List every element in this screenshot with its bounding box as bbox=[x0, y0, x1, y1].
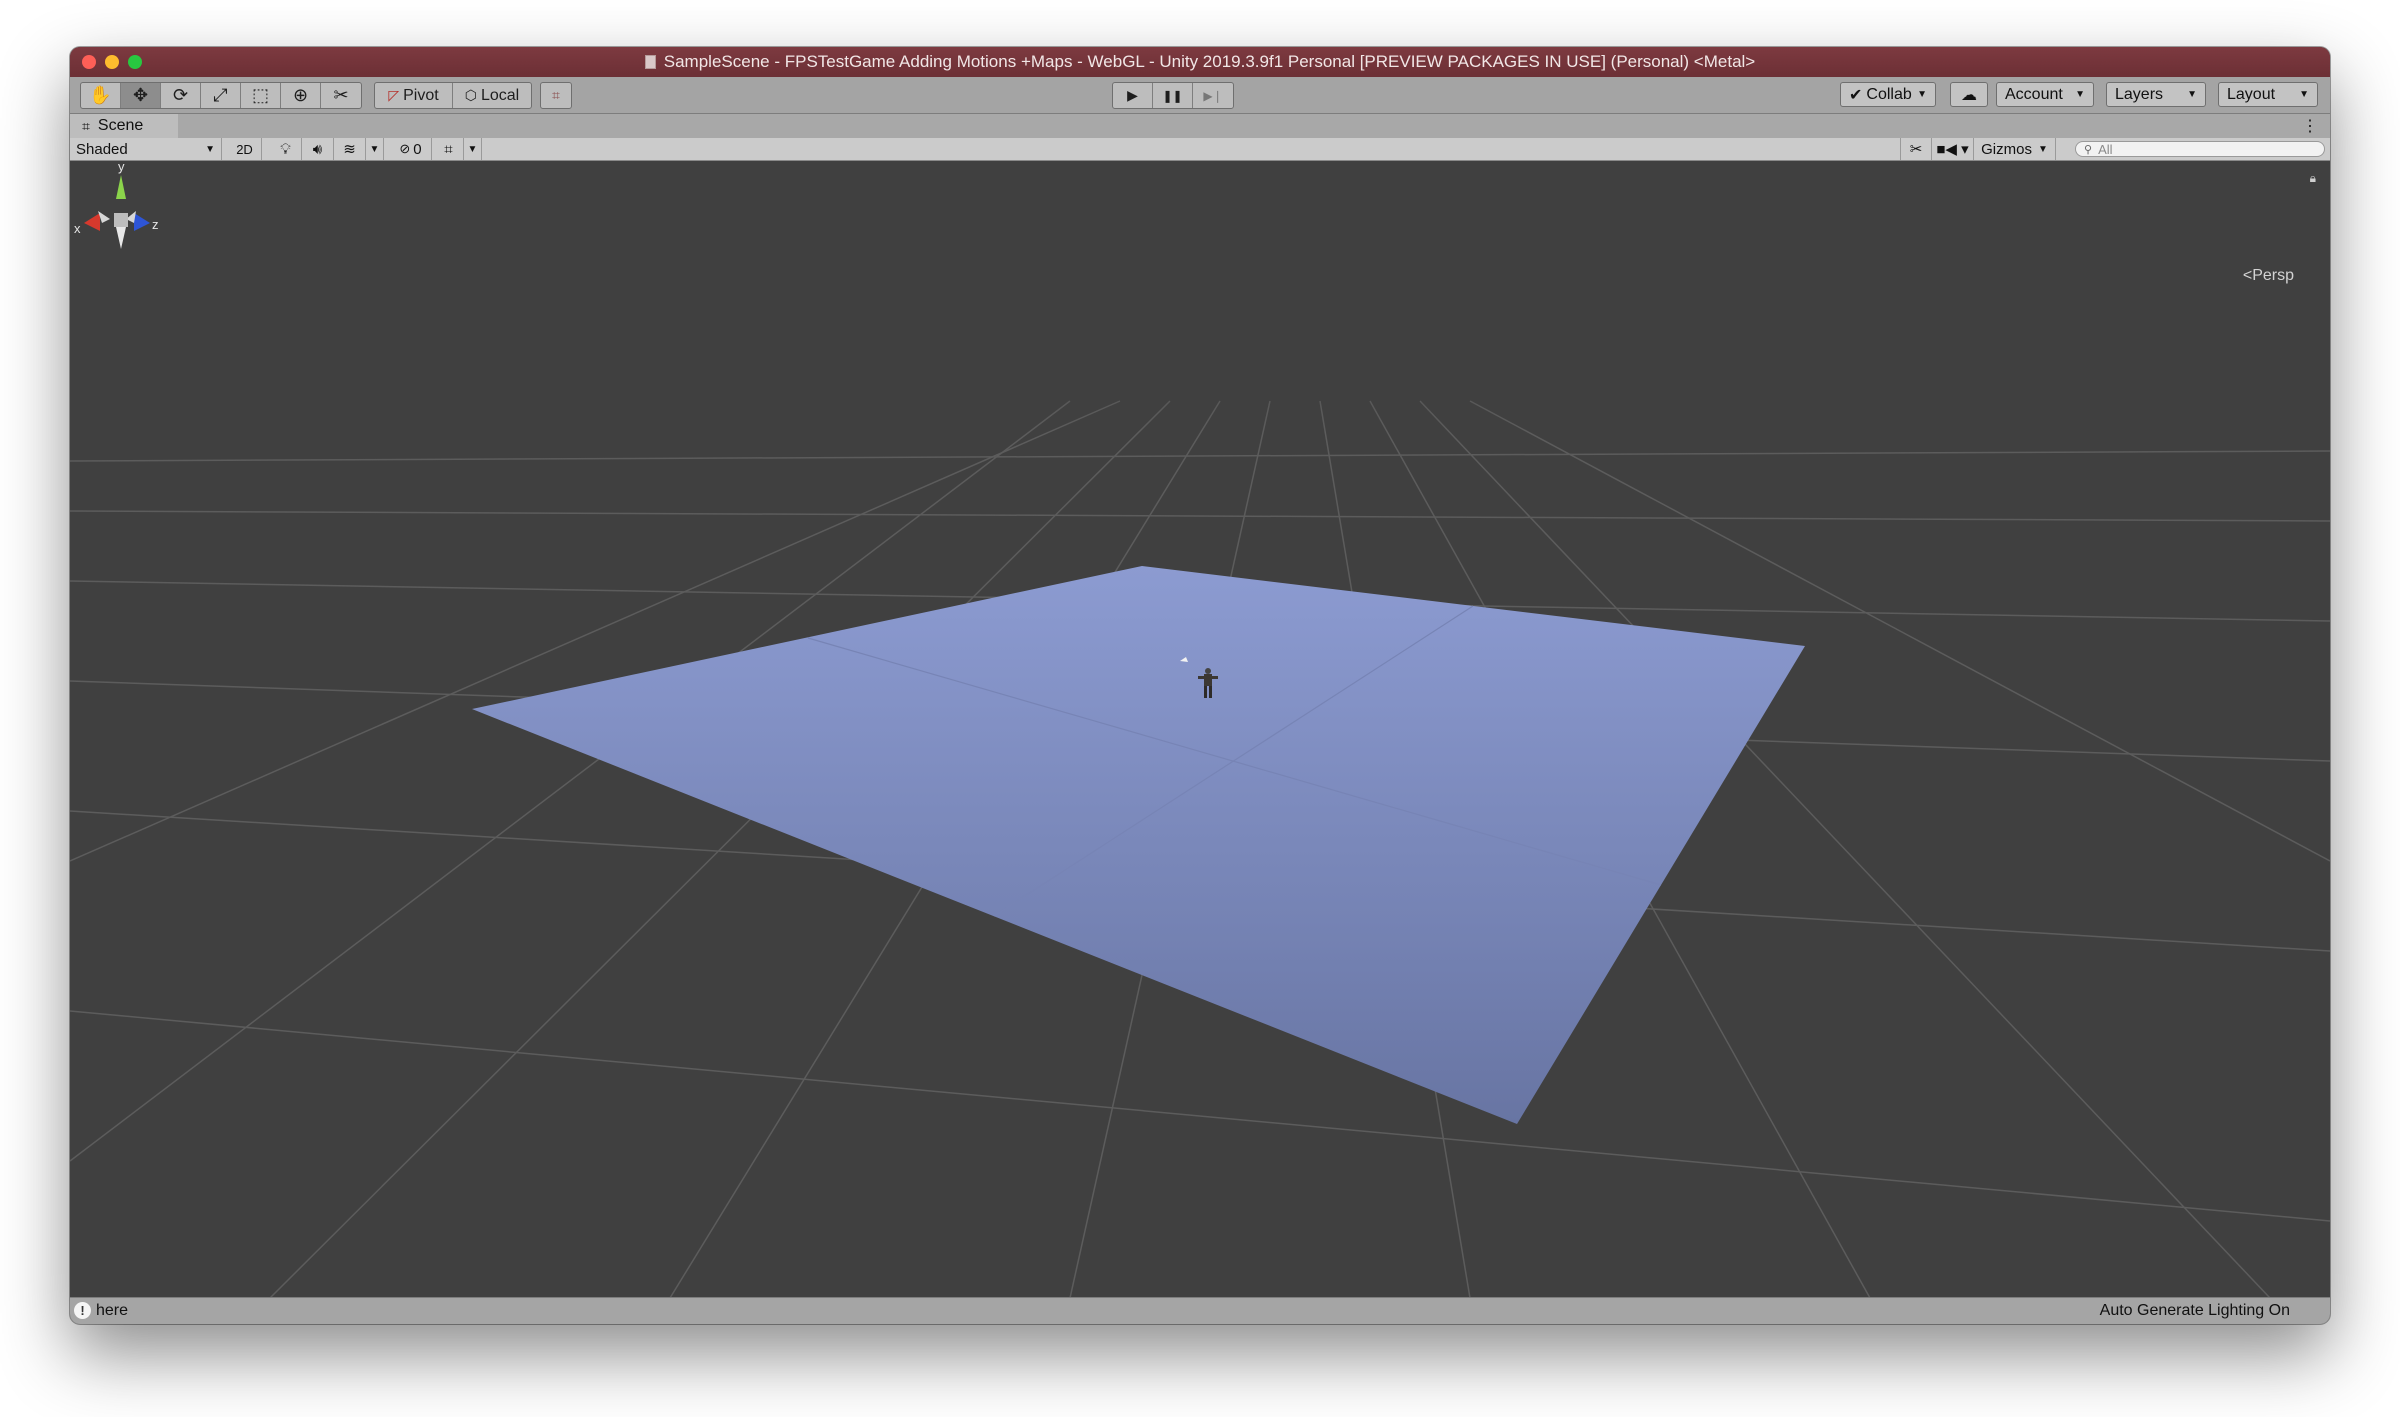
shading-mode-label: Shaded bbox=[76, 140, 128, 158]
tools-icon[interactable]: ✂ bbox=[1900, 138, 1932, 160]
eye-slash-icon: ⊘ bbox=[399, 141, 411, 156]
transform-tools-group: ✋ ✥ ⟳ ⤢ ⬚ ⊕ ✂ bbox=[80, 82, 362, 109]
window-title: SampleScene - FPSTestGame Adding Motions… bbox=[663, 52, 1756, 71]
custom-tool-icon[interactable]: ✂ bbox=[321, 83, 361, 108]
layers-label: Layers bbox=[2115, 85, 2164, 103]
camera-dropdown-icon[interactable]: ■◀ ▾ bbox=[1932, 138, 1974, 160]
chevron-down-icon: ▼ bbox=[2187, 89, 2197, 100]
chevron-down-icon: ▼ bbox=[2075, 89, 2085, 100]
pivot-local-group: ◸ Pivot ⬡ Local bbox=[374, 82, 532, 109]
gizmo-z-cone[interactable] bbox=[134, 213, 150, 231]
check-icon: ✔ bbox=[1849, 86, 1863, 104]
shading-mode-dropdown[interactable]: Shaded ▼ bbox=[70, 138, 222, 160]
chevron-down-icon: ▼ bbox=[1917, 89, 1927, 100]
pivot-icon: ◸ bbox=[388, 87, 400, 103]
chevron-down-icon: ▼ bbox=[205, 143, 215, 155]
tab-menu-icon[interactable]: ⋮ bbox=[2302, 116, 2318, 136]
2d-toggle-button[interactable]: 2D bbox=[228, 138, 262, 160]
scene-tab-label: Scene bbox=[97, 117, 144, 134]
cloud-button[interactable]: ☁ bbox=[1950, 82, 1988, 107]
search-icon: ⚲ bbox=[2084, 143, 2093, 156]
persp-chevron-icon: < bbox=[2242, 267, 2253, 284]
chevron-down-icon: ▼ bbox=[2299, 89, 2309, 100]
hidden-count: 0 bbox=[413, 140, 422, 158]
collab-label: Collab bbox=[1866, 85, 1912, 103]
tab-scene[interactable]: ⌗ Scene bbox=[70, 114, 178, 138]
warning-icon[interactable]: ! bbox=[74, 1302, 91, 1319]
status-bar: ! here Auto Generate Lighting On bbox=[70, 1297, 2330, 1324]
scene-viewport[interactable]: y x z <Persp 🔒︎ bbox=[70, 161, 2330, 1298]
auto-lighting-status[interactable]: Auto Generate Lighting On bbox=[2100, 1302, 2290, 1320]
local-toggle-button[interactable]: ⬡ Local bbox=[453, 83, 531, 108]
grid-toggle-icon[interactable]: ⌗ bbox=[434, 138, 464, 160]
gizmo-center-cube[interactable] bbox=[114, 213, 128, 227]
grid-dropdown-icon[interactable]: ▼ bbox=[464, 138, 482, 160]
unity-editor-window: SampleScene - FPSTestGame Adding Motions… bbox=[70, 47, 2330, 1324]
scene-search-input[interactable]: ⚲ All bbox=[2075, 141, 2325, 157]
transform-tool-icon[interactable]: ⊕ bbox=[281, 83, 321, 108]
grid-snap-icon[interactable]: ⌗ bbox=[541, 83, 571, 108]
audio-toggle-icon[interactable]: 🔊︎ bbox=[302, 138, 334, 160]
scene-render bbox=[70, 161, 2330, 1298]
scene-visibility-button[interactable]: ⊘ 0 bbox=[390, 138, 432, 160]
pause-button-icon[interactable]: ❚❚ bbox=[1153, 83, 1193, 108]
tab-row: ⌗ Scene ⋮ bbox=[70, 114, 2330, 138]
document-icon bbox=[644, 55, 656, 69]
account-dropdown[interactable]: Account ▼ bbox=[1996, 82, 2094, 107]
projection-label: Persp bbox=[2252, 267, 2294, 284]
gizmo-axis-y-label: y bbox=[118, 161, 125, 174]
play-button-icon[interactable]: ▶ bbox=[1113, 83, 1153, 108]
chevron-down-icon: ▼ bbox=[2037, 143, 2048, 155]
layers-dropdown[interactable]: Layers ▼ bbox=[2106, 82, 2206, 107]
pivot-label: Pivot bbox=[403, 86, 439, 104]
layout-dropdown[interactable]: Layout ▼ bbox=[2218, 82, 2318, 107]
gizmos-dropdown[interactable]: Gizmos ▼ bbox=[1974, 138, 2056, 160]
hand-tool-icon[interactable]: ✋ bbox=[81, 83, 121, 108]
pivot-toggle-button[interactable]: ◸ Pivot bbox=[375, 83, 453, 108]
effects-toggle-icon[interactable]: ≋ bbox=[334, 138, 366, 160]
playmode-group: ▶ ❚❚ ▶❘ bbox=[1112, 82, 1234, 109]
gizmo-axis-x-label: x bbox=[74, 221, 81, 236]
grid-snap-group: ⌗ bbox=[540, 82, 572, 109]
scale-tool-icon[interactable]: ⤢ bbox=[201, 83, 241, 108]
layout-label: Layout bbox=[2227, 85, 2276, 103]
rotate-tool-icon[interactable]: ⟳ bbox=[161, 83, 201, 108]
status-message[interactable]: here bbox=[96, 1302, 128, 1320]
gizmos-label: Gizmos bbox=[1981, 140, 2032, 158]
title-bar: SampleScene - FPSTestGame Adding Motions… bbox=[70, 47, 2330, 77]
collab-dropdown[interactable]: ✔ Collab ▼ bbox=[1840, 82, 1936, 107]
scene-grid-icon: ⌗ bbox=[82, 117, 90, 134]
scene-toolbar: Shaded ▼ 2D 💡︎ 🔊︎ ≋ ▼ ⊘ 0 ⌗ ▼ ✂ ■◀ ▾ Giz… bbox=[70, 138, 2330, 161]
gizmo-axis-z-label: z bbox=[152, 217, 159, 232]
title-wrap: SampleScene - FPSTestGame Adding Motions… bbox=[70, 47, 2330, 77]
gizmo-neg-y-cone[interactable] bbox=[116, 227, 126, 249]
rect-tool-icon[interactable]: ⬚ bbox=[241, 83, 281, 108]
search-placeholder: All bbox=[2098, 141, 2113, 157]
lock-icon[interactable]: 🔒︎ bbox=[2310, 171, 2316, 186]
lighting-toggle-icon[interactable]: 💡︎ bbox=[270, 138, 302, 160]
gizmo-x-cone[interactable] bbox=[84, 213, 100, 231]
main-toolbar: ✋ ✥ ⟳ ⤢ ⬚ ⊕ ✂ ◸ Pivot ⬡ Local ⌗ ▶ ❚❚ ▶❘ bbox=[70, 77, 2330, 114]
local-icon: ⬡ bbox=[464, 87, 477, 103]
projection-toggle[interactable]: <Persp bbox=[2243, 267, 2294, 285]
gizmo-y-cone[interactable] bbox=[116, 175, 126, 199]
effects-dropdown-icon[interactable]: ▼ bbox=[366, 138, 384, 160]
local-label: Local bbox=[480, 86, 520, 104]
orientation-gizmo[interactable]: y x z bbox=[70, 161, 160, 281]
move-tool-icon[interactable]: ✥ bbox=[121, 83, 161, 108]
account-label: Account bbox=[2005, 85, 2063, 103]
cloud-icon: ☁ bbox=[1961, 86, 1977, 104]
step-button-icon[interactable]: ▶❘ bbox=[1193, 83, 1233, 108]
